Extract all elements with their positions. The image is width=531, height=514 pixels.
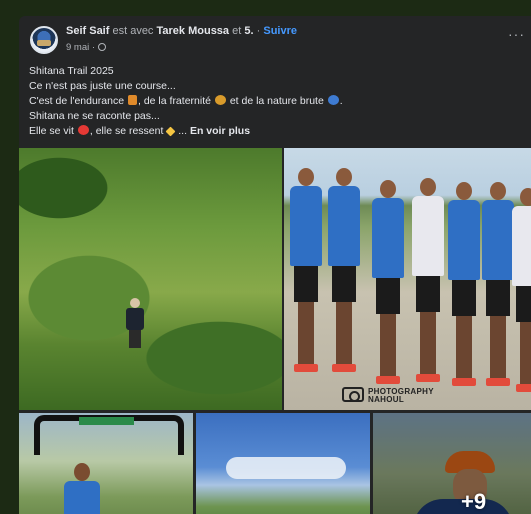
runner-figure bbox=[290, 168, 322, 378]
see-more-link[interactable]: En voir plus bbox=[190, 125, 250, 137]
follow-button[interactable]: Suivre bbox=[263, 25, 297, 37]
runner-figure bbox=[372, 180, 404, 390]
runner-figure bbox=[124, 298, 146, 348]
separator: · bbox=[256, 25, 261, 37]
author-name[interactable]: Seif Saif bbox=[66, 25, 109, 37]
text-line-2: Ce n'est pas juste une course... bbox=[29, 80, 176, 92]
photo-more[interactable]: +9 bbox=[373, 413, 531, 514]
more-photos-overlay bbox=[373, 413, 531, 514]
tagged-name[interactable]: Tarek Moussa bbox=[157, 25, 230, 37]
more-photos-count[interactable]: +9 bbox=[461, 489, 486, 514]
pot-emoji-icon bbox=[214, 95, 226, 105]
others-count[interactable]: 5. bbox=[244, 25, 253, 37]
arch-banner bbox=[79, 417, 134, 425]
post-meta: 9 mai · bbox=[66, 42, 106, 53]
post-header: Seif Saif est avec Tarek Moussa et 5. · … bbox=[19, 16, 531, 62]
runner-figure bbox=[328, 168, 360, 378]
photo-group-runners[interactable]: PHOTOGRAPHY NAHOUL bbox=[284, 148, 531, 410]
globe-icon bbox=[97, 43, 106, 51]
separator: · bbox=[91, 42, 96, 53]
and-text: et bbox=[232, 25, 242, 37]
text-line-5: Elle se vit , elle se ressent ... En voi… bbox=[29, 125, 251, 137]
text-line-3: C'est de l'endurance , de la fraternité … bbox=[29, 95, 343, 107]
runner-figure bbox=[64, 463, 100, 514]
camera-icon bbox=[342, 387, 364, 402]
post-date[interactable]: 9 mai bbox=[66, 42, 89, 53]
runner-figure bbox=[512, 188, 531, 398]
landscape-emoji-icon bbox=[327, 95, 339, 105]
post-text: Shitana Trail 2025 Ce n'est pas juste un… bbox=[29, 64, 529, 139]
runner-figure bbox=[412, 178, 444, 388]
photo-landscape[interactable] bbox=[196, 413, 370, 514]
text-line-1: Shitana Trail 2025 bbox=[29, 65, 114, 77]
author-avatar[interactable] bbox=[30, 26, 58, 54]
post-card: Seif Saif est avec Tarek Moussa et 5. · … bbox=[19, 16, 531, 514]
photo-trail-runner[interactable] bbox=[19, 148, 282, 410]
sparkles-emoji-icon bbox=[165, 126, 176, 137]
runner-figure bbox=[448, 182, 480, 392]
text-line-4: Shitana ne se raconte pas... bbox=[29, 110, 160, 122]
author-line: Seif Saif est avec Tarek Moussa et 5. · … bbox=[66, 25, 297, 37]
photo-finish-arch[interactable] bbox=[19, 413, 193, 514]
heart-emoji-icon bbox=[77, 125, 89, 135]
cloud bbox=[226, 457, 346, 479]
more-options-icon[interactable]: ··· bbox=[508, 26, 525, 42]
photographer-watermark: PHOTOGRAPHY NAHOUL bbox=[368, 387, 434, 404]
with-text: est avec bbox=[112, 25, 154, 37]
runner-emoji-icon bbox=[128, 95, 137, 105]
runner-figure bbox=[482, 182, 514, 392]
